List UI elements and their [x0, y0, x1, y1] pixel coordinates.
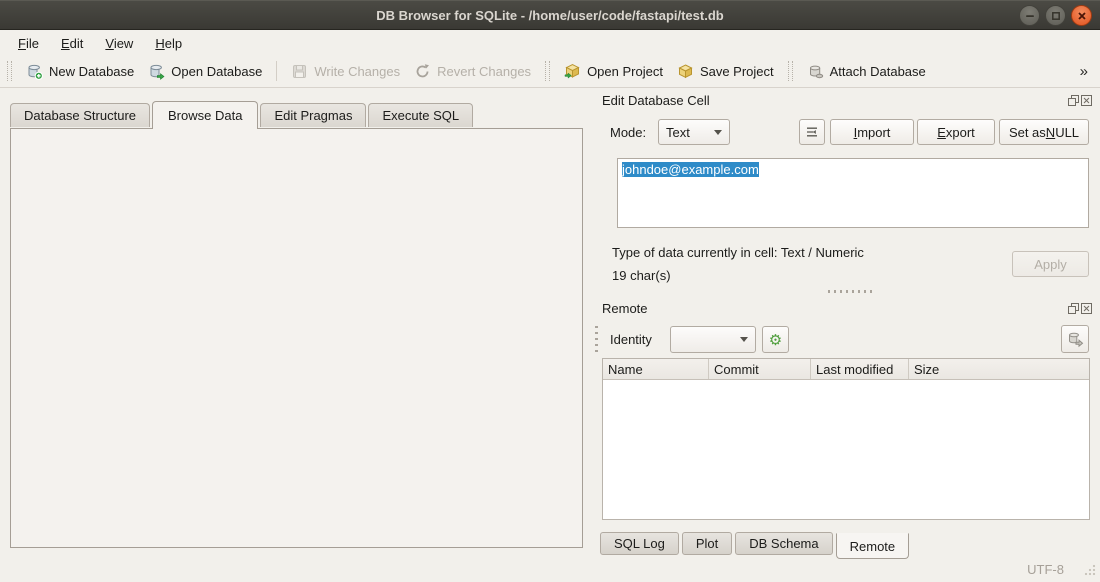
minimize-icon — [1025, 11, 1035, 21]
window-controls — [1019, 5, 1092, 26]
open-project-icon — [564, 63, 581, 80]
menubar: File Edit View Help — [0, 31, 1100, 55]
save-project-icon — [677, 63, 694, 80]
write-changes-button: Write Changes — [284, 59, 407, 84]
float-panel-icon[interactable] — [1068, 95, 1079, 106]
menu-view[interactable]: View — [95, 34, 143, 53]
mode-combobox-value: Text — [666, 125, 690, 140]
write-changes-icon — [291, 63, 308, 80]
cell-type-info: Type of data currently in cell: Text / N… — [612, 245, 864, 260]
word-wrap-button[interactable] — [799, 119, 825, 145]
identity-settings-button[interactable]: ⚙ — [762, 326, 789, 353]
float-panel-icon[interactable] — [1068, 303, 1079, 314]
tab-edit-pragmas[interactable]: Edit Pragmas — [260, 103, 366, 127]
tab-browse-data[interactable]: Browse Data — [152, 101, 258, 129]
tab-execute-sql[interactable]: Execute SQL — [368, 103, 473, 127]
tab-db-schema[interactable]: DB Schema — [735, 532, 832, 555]
identity-label: Identity — [610, 332, 652, 347]
gear-icon: ⚙ — [769, 331, 782, 349]
remote-files-table: Name Commit Last modified Size — [602, 358, 1090, 520]
encoding-indicator: UTF-8 — [1027, 562, 1064, 577]
open-project-button[interactable]: Open Project — [557, 59, 670, 84]
toolbar-overflow-button[interactable]: » — [1080, 63, 1088, 80]
toolbar: New Database Open Database Write Changes — [0, 55, 1100, 88]
import-button[interactable]: Import — [830, 119, 914, 145]
titlebar: DB Browser for SQLite - /home/user/code/… — [0, 0, 1100, 30]
browse-data-pane — [10, 128, 583, 548]
close-panel-icon[interactable] — [1081, 95, 1092, 106]
close-button[interactable] — [1071, 5, 1092, 26]
app-window: DB Browser for SQLite - /home/user/code/… — [0, 0, 1100, 582]
statusbar: UTF-8 — [0, 558, 1100, 582]
bottom-dock-tab-bar: SQL Log Plot DB Schema Remote — [600, 532, 912, 559]
revert-changes-icon — [414, 63, 431, 80]
remote-column-last-modified[interactable]: Last modified — [811, 359, 909, 379]
close-panel-icon[interactable] — [1081, 303, 1092, 314]
export-button[interactable]: Export — [917, 119, 995, 145]
dock-resize-handle[interactable] — [595, 326, 598, 356]
resize-grip-icon — [1083, 563, 1096, 576]
tab-plot[interactable]: Plot — [682, 532, 732, 555]
word-wrap-icon — [805, 125, 819, 139]
close-icon — [1077, 11, 1087, 21]
toolbar-separator — [276, 61, 277, 81]
attach-database-button[interactable]: Attach Database — [800, 59, 933, 84]
remote-table-header: Name Commit Last modified Size — [603, 359, 1089, 380]
tab-remote[interactable]: Remote — [836, 533, 910, 559]
tab-sql-log[interactable]: SQL Log — [600, 532, 679, 555]
new-database-icon — [26, 63, 43, 80]
cell-editor-selected-text: johndoe@example.com — [622, 162, 759, 177]
maximize-button[interactable] — [1045, 5, 1066, 26]
resize-grip[interactable] — [1083, 563, 1096, 579]
open-database-icon — [148, 63, 165, 80]
minimize-button[interactable] — [1019, 5, 1040, 26]
mode-label: Mode: — [610, 125, 646, 140]
identity-combobox[interactable] — [670, 326, 756, 353]
toolbar-drag-handle[interactable] — [788, 61, 793, 81]
set-as-null-button[interactable]: Set as NULL — [999, 119, 1089, 145]
new-database-button[interactable]: New Database — [19, 59, 141, 84]
clone-database-icon — [1067, 331, 1084, 348]
cell-editor-textarea[interactable]: johndoe@example.com — [617, 158, 1089, 228]
edit-cell-panel-title: Edit Database Cell — [602, 93, 710, 108]
apply-button: Apply — [1012, 251, 1089, 277]
chevron-down-icon — [714, 130, 722, 135]
main-tab-bar: Database Structure Browse Data Edit Prag… — [10, 101, 475, 129]
clone-database-button[interactable] — [1061, 325, 1089, 353]
mode-combobox[interactable]: Text — [658, 119, 730, 145]
maximize-icon — [1051, 11, 1061, 21]
chevron-down-icon — [740, 337, 748, 342]
remote-column-commit[interactable]: Commit — [709, 359, 811, 379]
menu-help[interactable]: Help — [145, 34, 192, 53]
remote-column-name[interactable]: Name — [603, 359, 709, 379]
menu-edit[interactable]: Edit — [51, 34, 93, 53]
cell-char-count: 19 char(s) — [612, 268, 671, 283]
save-project-button[interactable]: Save Project — [670, 59, 781, 84]
attach-database-icon — [807, 63, 824, 80]
remote-column-size[interactable]: Size — [909, 359, 1089, 379]
dock-splitter-handle[interactable] — [828, 290, 872, 293]
toolbar-drag-handle[interactable] — [7, 61, 12, 81]
menu-file[interactable]: File — [8, 34, 49, 53]
toolbar-drag-handle[interactable] — [545, 61, 550, 81]
tab-database-structure[interactable]: Database Structure — [10, 103, 150, 127]
remote-panel-title: Remote — [602, 301, 648, 316]
revert-changes-button: Revert Changes — [407, 59, 538, 84]
window-title: DB Browser for SQLite - /home/user/code/… — [376, 8, 723, 23]
open-database-button[interactable]: Open Database — [141, 59, 269, 84]
